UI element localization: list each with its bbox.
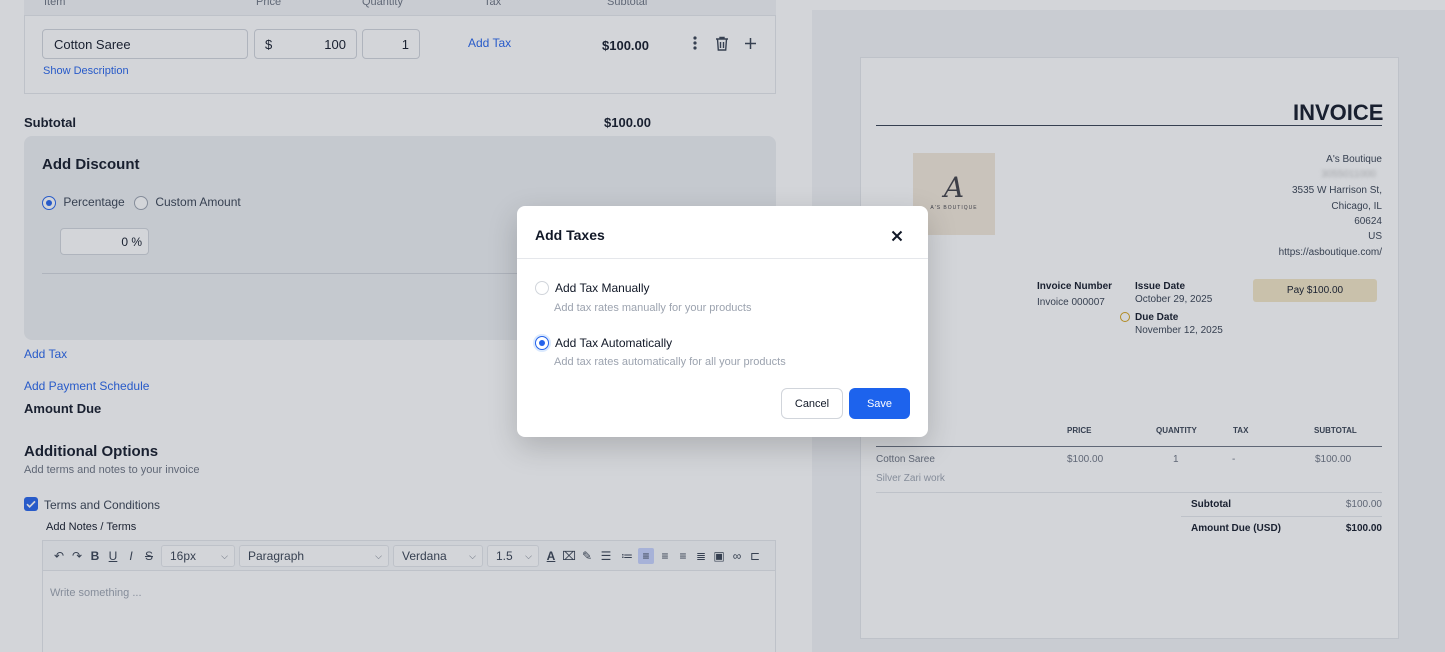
dialog-divider [517, 258, 928, 259]
tax-manual-radio[interactable] [535, 281, 549, 295]
cancel-button[interactable]: Cancel [781, 388, 843, 419]
tax-automatic-radio[interactable] [535, 336, 549, 350]
tax-automatic-label[interactable]: Add Tax Automatically [555, 336, 672, 350]
close-icon[interactable] [889, 228, 905, 244]
tax-manual-description: Add tax rates manually for your products [554, 302, 752, 314]
dialog-title: Add Taxes [535, 227, 605, 243]
add-taxes-dialog: Add Taxes Add Tax Manually Add tax rates… [517, 206, 928, 437]
tax-manual-label[interactable]: Add Tax Manually [555, 281, 650, 295]
tax-automatic-description: Add tax rates automatically for all your… [554, 356, 786, 368]
save-button[interactable]: Save [849, 388, 910, 419]
